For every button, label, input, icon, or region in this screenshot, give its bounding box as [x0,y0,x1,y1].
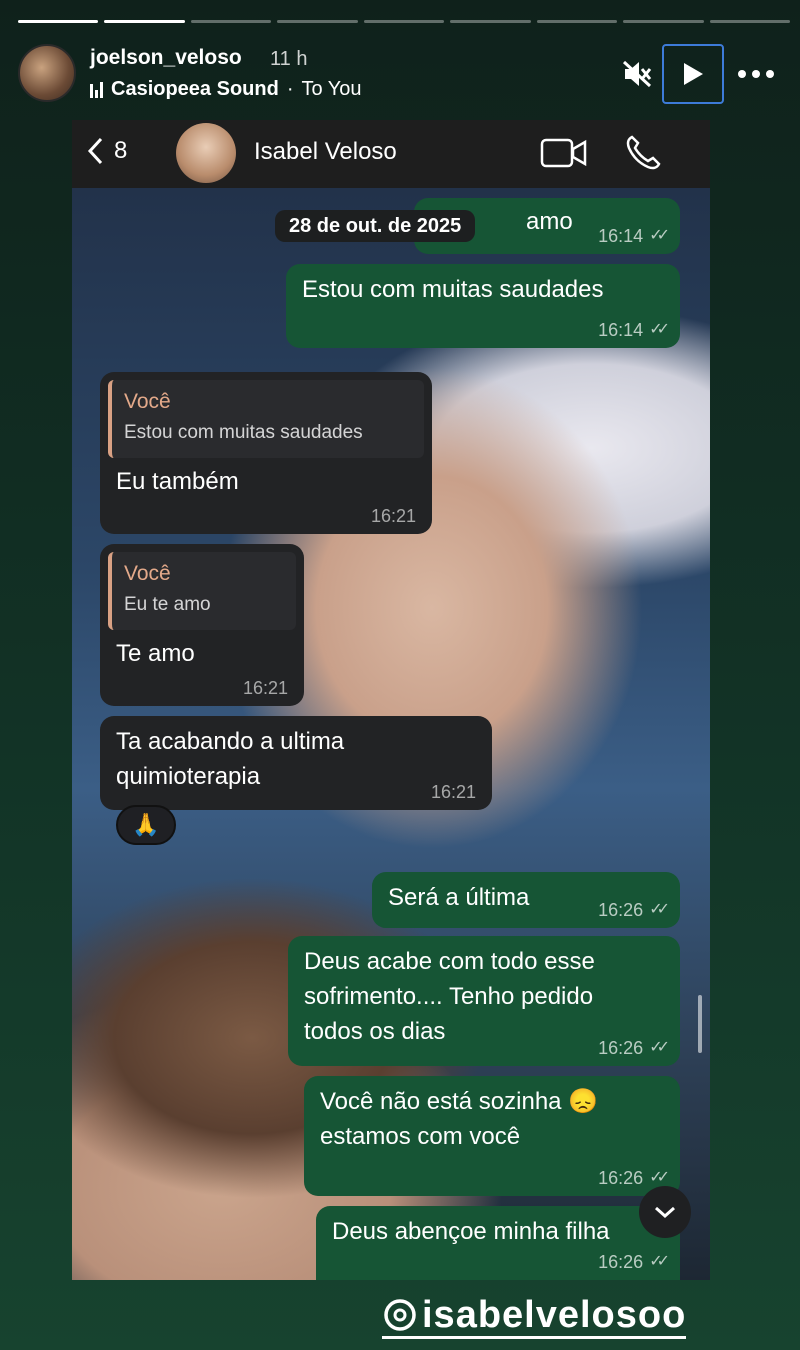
music-title: Casiopeea Sound [111,78,279,100]
back-button[interactable]: 8 [86,136,127,166]
message-meta: 16:26 ✓✓ [598,1038,670,1058]
music-separator: · [286,78,294,100]
video-call-icon[interactable] [540,136,588,170]
message-meta: 16:21 [431,782,476,802]
story-progress-segment [363,20,445,23]
message-bubble[interactable]: Você Estou com muitas saudades Eu também… [100,372,432,534]
story-username[interactable]: joelson_veloso [90,46,242,70]
scroll-indicator [698,995,702,1053]
scroll-down-button[interactable] [639,1186,691,1238]
message-time: 16:21 [430,782,476,802]
music-bars-icon [90,81,103,98]
mention-sticker[interactable]: isabelvelosoo [382,1294,687,1339]
message-time: 16:26 [598,1038,644,1058]
message-text: Deus acabe com todo esse sofrimento.... … [304,948,595,1045]
message-meta: 16:26 ✓✓ [598,900,670,920]
music-artist: To You [301,78,362,100]
story-progress-segment [18,20,99,23]
read-receipt-icon: ✓✓ [649,1039,670,1056]
message-bubble[interactable]: Estou com muitas saudades 16:14 ✓✓ [286,264,680,348]
message-time: 16:14 [598,320,644,340]
quoted-message[interactable]: Você Estou com muitas saudades [108,380,424,458]
story-progress-segment [623,20,704,23]
story-music[interactable]: Casiopeea Sound · To You [90,78,362,101]
speaker-mute-icon [622,60,652,88]
date-separator: 28 de out. de 2025 [275,210,476,242]
message-time: 16:26 [598,900,644,920]
read-receipt-icon: ✓✓ [649,321,670,338]
read-receipt-icon: ✓✓ [649,1169,670,1186]
read-receipt-icon: ✓✓ [649,227,670,244]
read-receipt-icon: ✓✓ [649,901,670,918]
message-time: 16:26 [598,1252,644,1272]
message-reaction[interactable]: 🙏 [116,805,176,845]
story-progress-segment [536,20,618,23]
message-time: 16:14 [598,226,644,246]
message-meta: 16:26 ✓✓ [598,1168,670,1188]
quote-author: Você [124,390,171,413]
message-meta: 16:14 ✓✓ [598,226,670,246]
message-bubble[interactable]: Deus acabe com todo esse sofrimento.... … [288,936,680,1066]
story-progress-segment [709,20,790,23]
chevron-down-icon [655,1206,675,1219]
contact-name[interactable]: Isabel Veloso [254,138,397,166]
play-button[interactable] [662,44,724,104]
play-icon [684,63,703,85]
read-receipt-icon: ✓✓ [649,1253,670,1270]
message-bubble[interactable]: Ta acabando a ultima quimioterapia 16:21 [100,716,492,810]
message-time: 16:21 [242,678,288,698]
message-bubble[interactable]: Você não está sozinha 😞 estamos com você… [304,1076,680,1196]
quote-text: Estou com muitas saudades [124,422,363,443]
story-progress-segment [450,20,531,23]
message-meta: 16:14 ✓✓ [598,320,670,340]
story-avatar[interactable] [18,44,76,102]
message-bubble[interactable]: Deus abençoe minha filha 16:26 ✓✓ [316,1206,680,1280]
story-progress-segment [104,20,185,23]
message-meta: 16:26 ✓✓ [598,1252,670,1272]
message-text: Eu também [116,468,239,495]
threads-icon [384,1299,416,1331]
message-text: Você não está sozinha 😞 estamos com você [320,1088,599,1150]
quote-author: Você [124,562,171,585]
unread-count: 8 [114,137,128,164]
story-header: joelson_veloso 11 h Casiopeea Sound · To… [18,44,782,106]
contact-avatar[interactable] [176,123,236,183]
mention-username: isabelvelosoo [422,1294,687,1336]
message-time: 16:26 [598,1168,644,1188]
message-text: Te amo [116,640,195,667]
mute-button[interactable] [616,44,658,104]
message-meta: 16:21 [371,506,416,526]
story-progress-segment [277,20,358,23]
phone-call-icon[interactable] [624,134,662,172]
message-text: Estou com muitas saudades [302,276,604,303]
chat-header: 8 Isabel Veloso [72,120,710,188]
more-icon [738,70,774,78]
message-bubble[interactable]: Será a última 16:26 ✓✓ [372,872,680,928]
message-bubble[interactable]: Você Eu te amo Te amo 16:21 [100,544,304,706]
story-progress [18,20,790,23]
message-meta: 16:21 [243,678,288,698]
more-button[interactable] [730,44,782,104]
chat-screenshot: 8 Isabel Veloso 28 de out. de 2025 amo 1… [72,120,710,1280]
story-time: 11 h [270,48,308,70]
chevron-left-icon [87,137,103,165]
quote-text: Eu te amo [124,594,211,615]
story-progress-segment [190,20,272,23]
message-text: Deus abençoe minha filha [332,1218,610,1245]
message-time: 16:21 [370,506,416,526]
quoted-message[interactable]: Você Eu te amo [108,552,296,630]
